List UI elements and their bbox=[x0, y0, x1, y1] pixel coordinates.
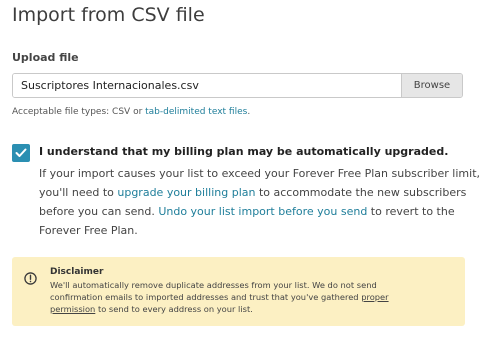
upload-file-label: Upload file bbox=[12, 51, 79, 64]
consent-line-3-prefix: before you can send. bbox=[39, 205, 159, 218]
consent-line-1: If your import causes your list to excee… bbox=[39, 167, 481, 180]
billing-consent-heading: I understand that my billing plan may be… bbox=[39, 145, 449, 158]
info-circle-icon bbox=[24, 272, 37, 285]
consent-line-2-suffix: to accommodate the new subscribers bbox=[255, 186, 467, 199]
billing-consent-body: If your import causes your list to excee… bbox=[39, 164, 481, 240]
consent-line-4: Forever Free Plan. bbox=[39, 224, 138, 237]
billing-consent-checkbox[interactable] bbox=[12, 144, 30, 162]
undo-list-import-link[interactable]: Undo your list import before you send bbox=[158, 205, 367, 218]
disclaimer-line-2-prefix: confirmation emails to imported addresse… bbox=[50, 292, 362, 302]
checkmark-icon bbox=[15, 148, 27, 157]
file-types-help-suffix: . bbox=[247, 107, 251, 117]
proper-permission-link-part-1[interactable]: proper bbox=[361, 292, 388, 302]
consent-line-3: before you can send. Undo your list impo… bbox=[39, 202, 469, 221]
disclaimer-body: We'll automatically remove duplicate add… bbox=[50, 279, 458, 315]
disclaimer-title: Disclaimer bbox=[50, 267, 104, 277]
file-upload-field: Browse bbox=[12, 73, 463, 98]
disclaimer-line-3-suffix: to send to every address on your list. bbox=[95, 304, 253, 314]
browse-button[interactable]: Browse bbox=[401, 74, 462, 97]
consent-line-3-suffix: to revert to the bbox=[367, 205, 455, 218]
disclaimer-line-3: permission to send to every address on y… bbox=[50, 303, 458, 315]
upgrade-billing-plan-link[interactable]: upgrade your billing plan bbox=[117, 186, 255, 199]
disclaimer-line-1: We'll automatically remove duplicate add… bbox=[50, 280, 377, 290]
proper-permission-link-part-2[interactable]: permission bbox=[50, 304, 95, 314]
disclaimer-line-2: confirmation emails to imported addresse… bbox=[50, 291, 458, 303]
tab-delimited-link[interactable]: tab-delimited text files bbox=[145, 107, 247, 117]
page-title: Import from CSV file bbox=[12, 4, 205, 26]
consent-line-2: you'll need to upgrade your billing plan… bbox=[39, 183, 469, 202]
file-types-help-prefix: Acceptable file types: CSV or bbox=[12, 107, 146, 117]
disclaimer-box: Disclaimer We'll automatically remove du… bbox=[12, 257, 465, 326]
file-types-help: Acceptable file types: CSV or tab-delimi… bbox=[12, 107, 250, 117]
file-name-input[interactable] bbox=[13, 74, 401, 97]
consent-line-2-prefix: you'll need to bbox=[39, 186, 118, 199]
